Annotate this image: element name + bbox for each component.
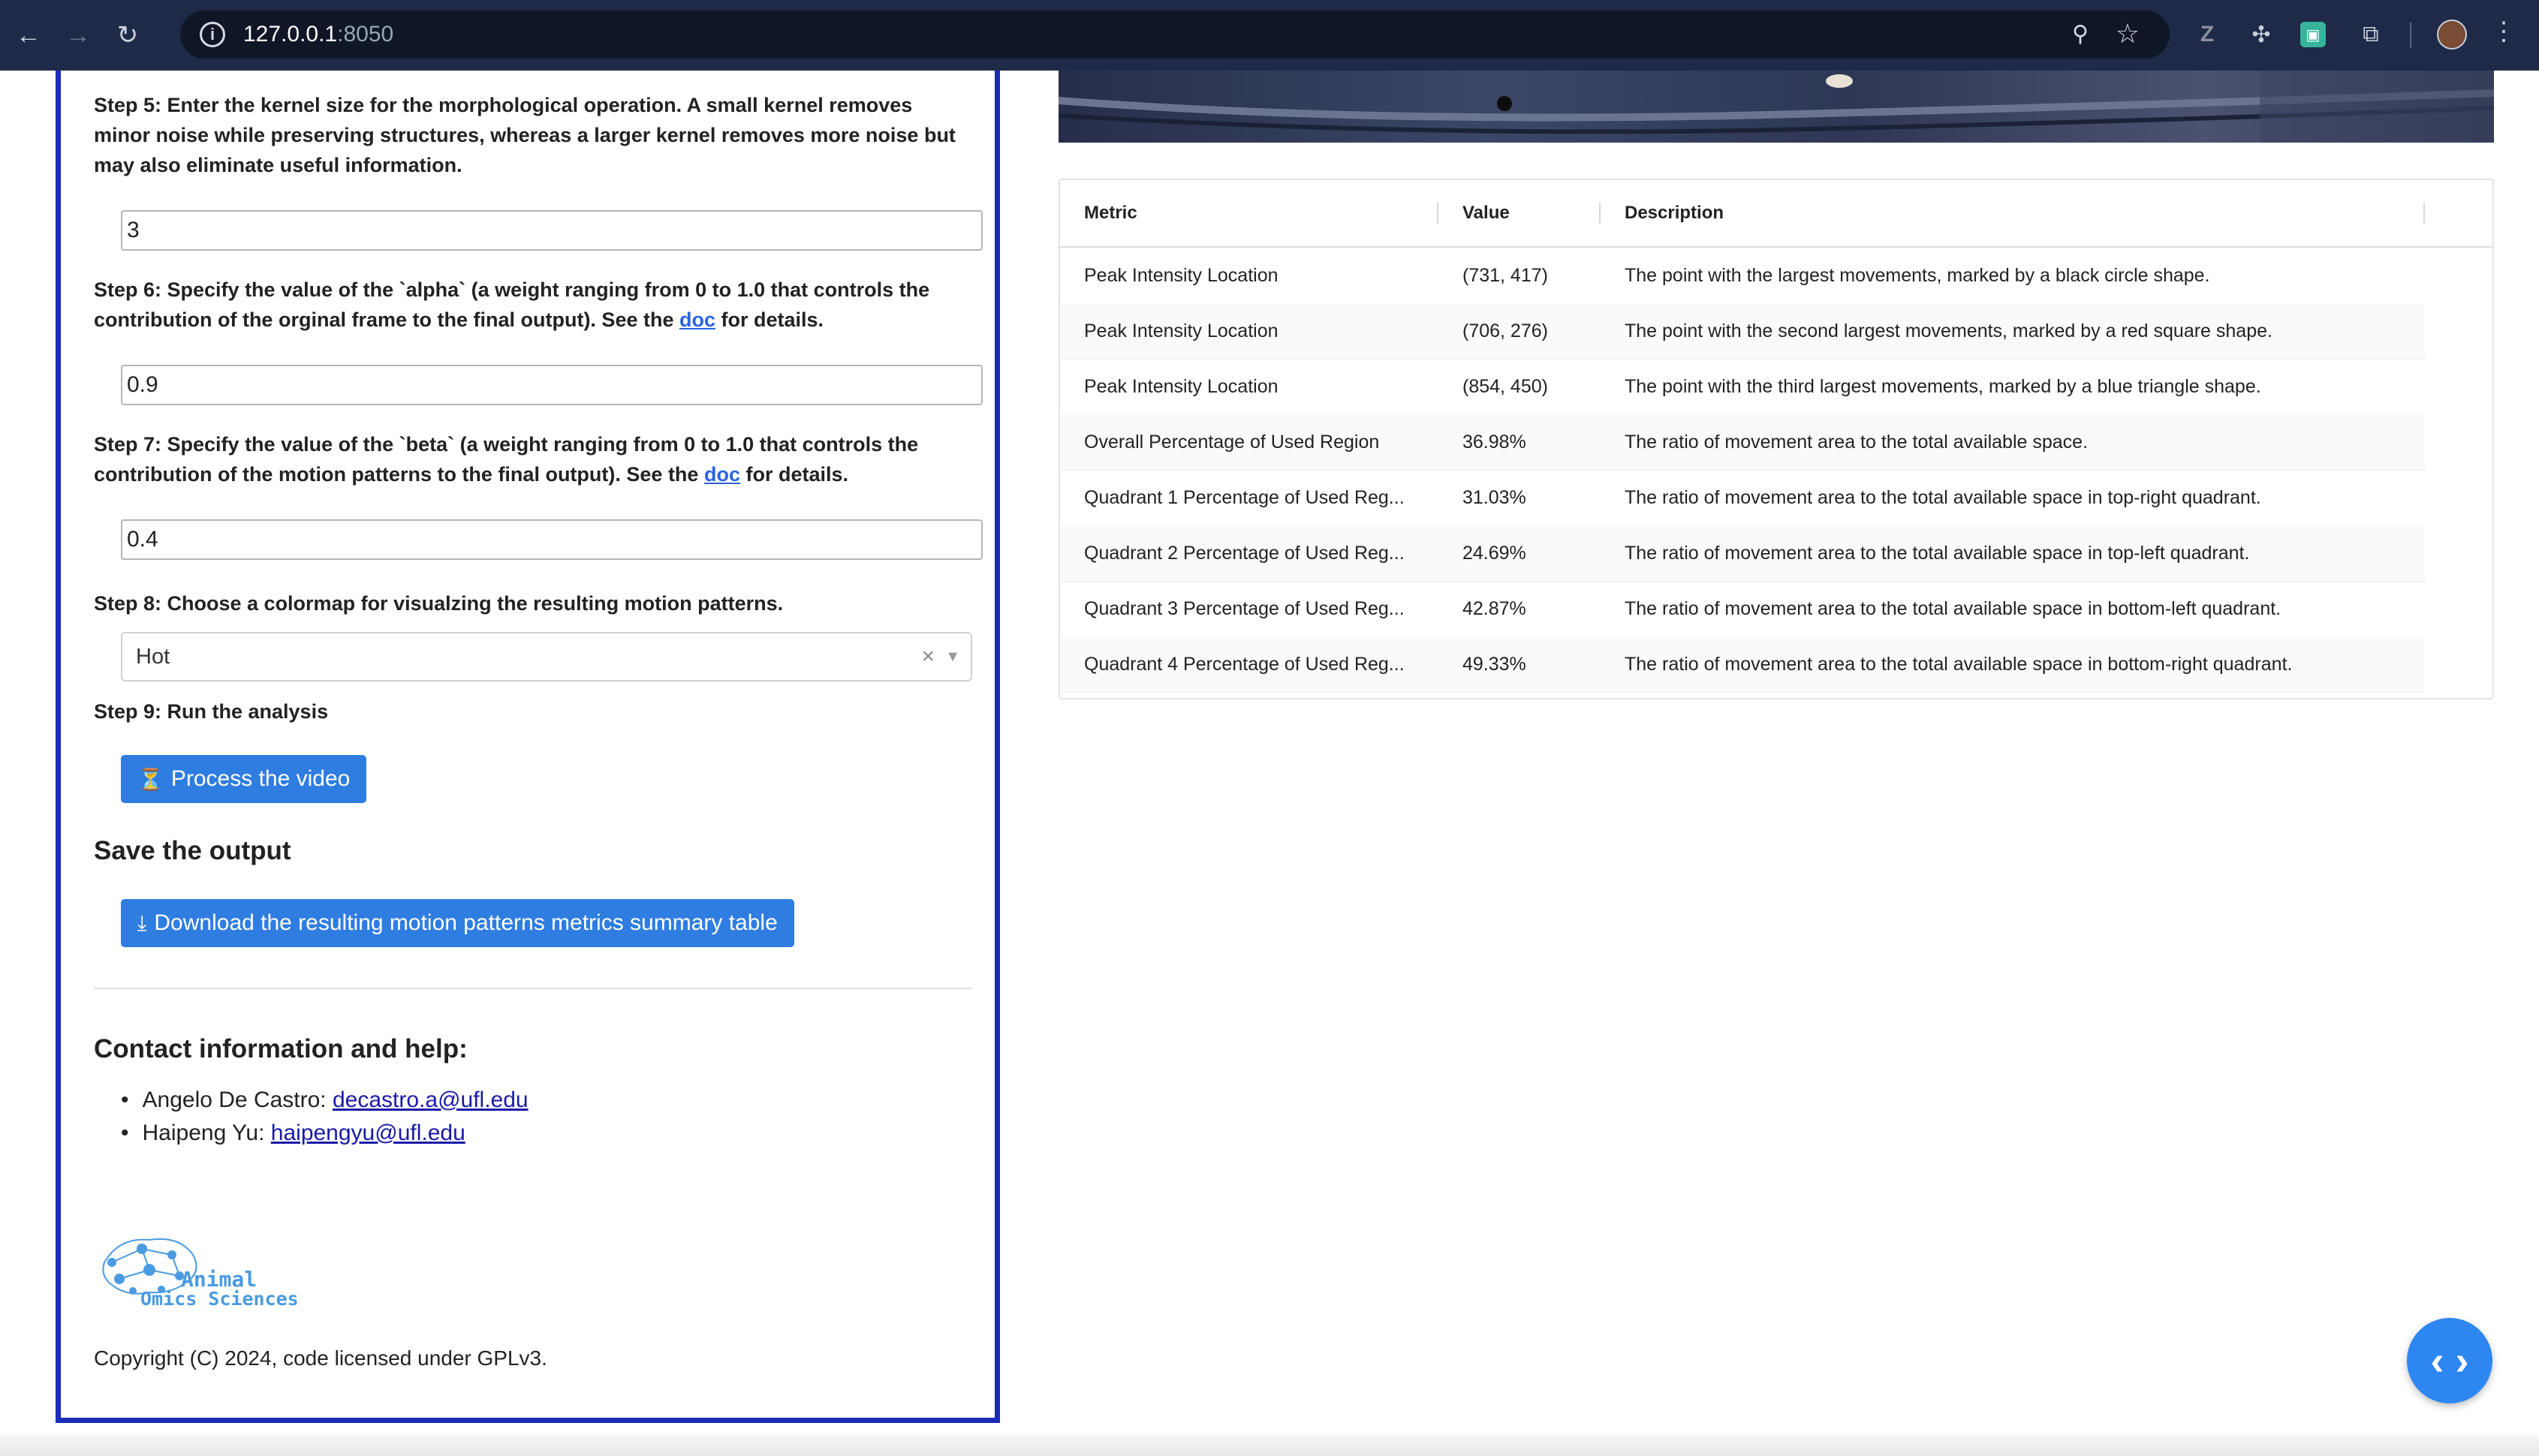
process-video-label: Process the video bbox=[170, 766, 351, 791]
cell-value: (731, 417) bbox=[1462, 265, 1548, 286]
table-row[interactable]: Quadrant 4 Percentage of Used Reg... 49.… bbox=[1060, 636, 2425, 693]
cell-metric: Quadrant 4 Percentage of Used Reg... bbox=[1084, 654, 1405, 675]
toolbar-divider bbox=[2410, 23, 2411, 48]
hourglass-icon: ⏳ bbox=[137, 767, 164, 791]
cell-value: (854, 450) bbox=[1462, 376, 1548, 397]
cell-metric: Peak Intensity Location bbox=[1084, 320, 1279, 341]
table-row[interactable]: Overall Percentage of Used Region 36.98%… bbox=[1060, 414, 2425, 471]
contact-name: Angelo De Castro: bbox=[142, 1087, 333, 1112]
step8-text: Step 8: Choose a colormap for visualzing… bbox=[94, 592, 784, 615]
table-row[interactable]: Peak Intensity Location (854, 450) The p… bbox=[1060, 359, 2425, 415]
copyright-text: Copyright (C) 2024, code licensed under … bbox=[94, 1346, 547, 1370]
contact-list: Angelo De Castro: decastro.a@ufl.edu Hai… bbox=[121, 1084, 529, 1150]
step5-text: Step 5: Enter the kernel size for the mo… bbox=[94, 94, 956, 176]
column-header-description[interactable]: Description bbox=[1625, 180, 1724, 246]
step6-text: Step 6: Specify the value of the `alpha`… bbox=[94, 275, 972, 335]
cell-metric: Quadrant 3 Percentage of Used Reg... bbox=[1084, 598, 1405, 619]
download-icon: ⤓ bbox=[137, 910, 147, 934]
table-header: Metric Value Description bbox=[1060, 180, 2492, 248]
cell-description: The point with the third largest movemen… bbox=[1625, 376, 2261, 397]
more-menu-icon[interactable]: ⋮ bbox=[2491, 17, 2516, 47]
cell-metric: Quadrant 2 Percentage of Used Reg... bbox=[1084, 543, 1405, 564]
table-row[interactable]: Quadrant 3 Percentage of Used Reg... 42.… bbox=[1060, 581, 2425, 637]
download-table-button[interactable]: ⤓ Download the resulting motion patterns… bbox=[121, 899, 794, 947]
cell-metric: Quadrant 1 Percentage of Used Reg... bbox=[1084, 487, 1405, 508]
cell-value: (706, 276) bbox=[1462, 320, 1548, 341]
video-frame-preview bbox=[1059, 71, 2494, 143]
cell-value: 42.87% bbox=[1462, 598, 1526, 619]
download-table-label: Download the resulting motion patterns m… bbox=[154, 910, 778, 935]
cell-metric: Peak Intensity Location bbox=[1084, 265, 1279, 286]
contact-name: Haipeng Yu: bbox=[142, 1121, 271, 1145]
step7-doc-link[interactable]: doc bbox=[704, 463, 740, 486]
cell-value: 49.33% bbox=[1462, 654, 1526, 675]
column-header-metric[interactable]: Metric bbox=[1084, 180, 1137, 246]
site-info-icon[interactable]: i bbox=[200, 22, 225, 47]
cell-value: 24.69% bbox=[1462, 543, 1526, 564]
column-resizer[interactable] bbox=[1599, 203, 1601, 224]
reload-icon[interactable]: ↻ bbox=[107, 14, 149, 56]
metrics-summary-table: Metric Value Description Peak Intensity … bbox=[1059, 179, 2494, 699]
kernel-size-input[interactable]: 3 bbox=[121, 210, 983, 251]
cell-description: The ratio of movement area to the total … bbox=[1625, 432, 2089, 453]
colormap-selected-value: Hot bbox=[136, 645, 170, 669]
extensions-icon[interactable]: ⧉ bbox=[2354, 18, 2387, 51]
zoom-icon[interactable]: ⚲ bbox=[2072, 21, 2089, 47]
back-icon[interactable]: ← bbox=[8, 14, 50, 56]
cell-metric: Overall Percentage of Used Region bbox=[1084, 432, 1380, 453]
address-bar[interactable]: i 127.0.0.1:8050 ⚲ ☆ bbox=[180, 11, 2170, 59]
contact-email-link[interactable]: decastro.a@ufl.edu bbox=[333, 1087, 529, 1112]
video-frame-image bbox=[1059, 71, 2494, 143]
step7-text: Step 7: Specify the value of the `beta` … bbox=[94, 429, 972, 489]
clear-selection-icon[interactable]: × bbox=[921, 633, 935, 680]
forward-icon[interactable]: → bbox=[57, 14, 99, 56]
profile-avatar[interactable] bbox=[2437, 20, 2467, 50]
url-port: :8050 bbox=[337, 22, 394, 47]
bookmark-star-icon[interactable]: ☆ bbox=[2116, 18, 2140, 50]
section-divider bbox=[94, 988, 972, 989]
table-row[interactable]: Quadrant 1 Percentage of Used Reg... 31.… bbox=[1060, 470, 2425, 526]
window-bottom-edge bbox=[0, 1435, 2539, 1456]
url-host: 127.0.0.1 bbox=[243, 22, 338, 47]
contact-email-link[interactable]: haipengyu@ufl.edu bbox=[271, 1121, 465, 1145]
cell-value: 36.98% bbox=[1462, 432, 1526, 453]
extension-green-icon[interactable]: ▣ bbox=[2300, 22, 2326, 47]
contact-item: Haipeng Yu: haipengyu@ufl.edu bbox=[121, 1117, 529, 1150]
cell-description: The point with the second largest moveme… bbox=[1625, 320, 2272, 341]
table-row[interactable]: Peak Intensity Location (731, 417) The p… bbox=[1060, 248, 2425, 304]
column-resizer[interactable] bbox=[2423, 203, 2425, 224]
logo-text-line2: Omics Sciences bbox=[140, 1288, 299, 1310]
extension-z-icon[interactable]: Z bbox=[2191, 18, 2224, 51]
cell-metric: Peak Intensity Location bbox=[1084, 376, 1279, 397]
save-output-heading: Save the output bbox=[94, 836, 291, 865]
contact-heading: Contact information and help: bbox=[94, 1034, 468, 1063]
column-header-value[interactable]: Value bbox=[1462, 180, 1510, 246]
cell-description: The point with the largest movements, ma… bbox=[1625, 265, 2210, 286]
process-video-button[interactable]: ⏳ Process the video bbox=[121, 755, 367, 803]
colormap-dropdown[interactable]: Hot × ▼ bbox=[121, 632, 972, 681]
step7-text-post: for details. bbox=[739, 463, 848, 486]
table-row[interactable]: Peak Intensity Location (706, 276) The p… bbox=[1060, 303, 2425, 359]
cell-value: 31.03% bbox=[1462, 487, 1526, 508]
step9-text: Step 9: Run the analysis bbox=[94, 700, 329, 723]
cell-description: The ratio of movement area to the total … bbox=[1625, 598, 2281, 619]
cell-description: The ratio of movement area to the total … bbox=[1625, 543, 2250, 564]
browser-toolbar: ← → ↻ i 127.0.0.1:8050 ⚲ ☆ Z ✣ ▣ ⧉ ⋮ bbox=[0, 0, 2539, 71]
beta-input[interactable]: 0.4 bbox=[121, 519, 983, 560]
cell-description: The ratio of movement area to the total … bbox=[1625, 654, 2293, 675]
animal-omics-logo: Animal Omics Sciences bbox=[97, 1232, 300, 1322]
column-resizer[interactable] bbox=[1437, 203, 1438, 224]
step6-doc-link[interactable]: doc bbox=[679, 308, 715, 331]
alpha-input[interactable]: 0.9 bbox=[121, 365, 983, 405]
chevron-down-icon[interactable]: ▼ bbox=[945, 633, 960, 680]
code-icon[interactable]: ‹ › bbox=[2407, 1318, 2492, 1403]
contact-item: Angelo De Castro: decastro.a@ufl.edu bbox=[121, 1084, 529, 1117]
controls-panel: Step 5: Enter the kernel size for the mo… bbox=[56, 71, 1000, 1423]
table-row[interactable]: Quadrant 2 Percentage of Used Reg... 24.… bbox=[1060, 525, 2425, 582]
extension-puzzle-grid-icon[interactable]: ✣ bbox=[2245, 18, 2278, 51]
cell-description: The ratio of movement area to the total … bbox=[1625, 487, 2261, 508]
step6-text-post: for details. bbox=[715, 308, 824, 331]
